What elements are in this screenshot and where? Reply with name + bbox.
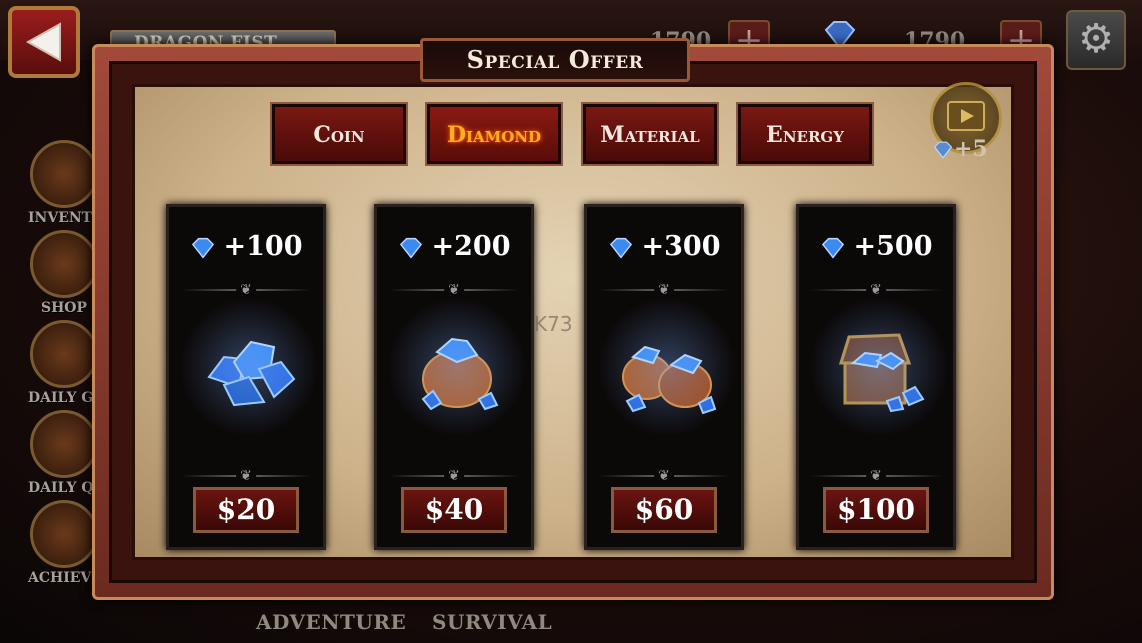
diamond-icon [191, 237, 214, 259]
sidebar-item-daily-quest[interactable]: DAILY QUEST [28, 410, 137, 496]
diamond-icon [609, 237, 632, 259]
ornament-divider: ❦ [389, 469, 519, 483]
sidebar-label: DAILY GIFT [28, 390, 121, 406]
offer-card-200[interactable]: +200 ❦ ❦ $40 [374, 204, 534, 550]
ornament-divider: ❦ [811, 283, 941, 297]
ornament-divider: ❦ [599, 469, 729, 483]
sidebar-item-shop[interactable]: SHOP [28, 230, 100, 316]
buy-button-100[interactable]: $100 [823, 487, 929, 533]
adventure-button[interactable]: ADVENTURE [256, 610, 406, 634]
diamond-icon [821, 237, 844, 259]
offer-card-300[interactable]: +300 ❦ ❦ $60 [584, 204, 744, 550]
tab-coin[interactable]: Coin [270, 102, 408, 166]
sidebar-item-daily-gift[interactable]: DAILY GIFT [28, 320, 121, 406]
video-play-icon [947, 101, 985, 131]
survival-button[interactable]: SURVIVAL [432, 610, 552, 634]
back-button[interactable] [8, 6, 80, 78]
shop-icon [30, 230, 98, 298]
back-arrow-icon [25, 22, 61, 62]
scroll-icon [30, 410, 98, 478]
sidebar-item-inventory[interactable]: INVENTORY [28, 140, 126, 226]
diamond-icon [933, 141, 953, 159]
gift-icon [30, 320, 98, 388]
offer-amount: +200 [377, 231, 531, 262]
ornament-divider: ❦ [181, 469, 311, 483]
tab-diamond[interactable]: Diamond [425, 102, 563, 166]
watermark-logo: K73 [534, 312, 573, 336]
offer-card-100[interactable]: +100 ❦ ❦ $20 [166, 204, 326, 550]
diamond-icon [399, 237, 422, 259]
sidebar-label: DAILY QUEST [28, 480, 137, 496]
sidebar-label: INVENTORY [28, 210, 126, 226]
tab-material[interactable]: Material [581, 102, 719, 166]
tab-energy[interactable]: Energy [736, 102, 874, 166]
ornament-divider: ❦ [811, 469, 941, 483]
ornament-divider: ❦ [599, 283, 729, 297]
sidebar-item-achievement[interactable]: ACHIEVEMENT [28, 500, 152, 586]
dialog-title: Special Offer [420, 38, 690, 82]
settings-button[interactable]: ⚙ [1066, 10, 1126, 70]
buy-button-40[interactable]: $40 [401, 487, 507, 533]
diamond-bags-icon [597, 297, 737, 437]
ornament-divider: ❦ [389, 283, 519, 297]
offer-card-500[interactable]: +500 ❦ ❦ $100 [796, 204, 956, 550]
inventory-icon [30, 140, 98, 208]
ornament-divider: ❦ [181, 283, 311, 297]
trophy-icon [30, 500, 98, 568]
sidebar-label: ACHIEVEMENT [28, 570, 152, 586]
video-reward-amount: +5 [954, 136, 988, 162]
offer-amount: +300 [587, 231, 741, 262]
buy-button-60[interactable]: $60 [611, 487, 717, 533]
offer-amount: +500 [799, 231, 953, 262]
diamond-pile-icon [179, 297, 319, 437]
sidebar-label: SHOP [40, 300, 88, 316]
video-reward: +5 [932, 136, 988, 162]
gear-icon: ⚙ [1078, 16, 1114, 62]
diamond-chest-icon [809, 297, 949, 437]
offer-amount: +100 [169, 231, 323, 262]
buy-button-20[interactable]: $20 [193, 487, 299, 533]
diamond-bag-icon [387, 297, 527, 437]
